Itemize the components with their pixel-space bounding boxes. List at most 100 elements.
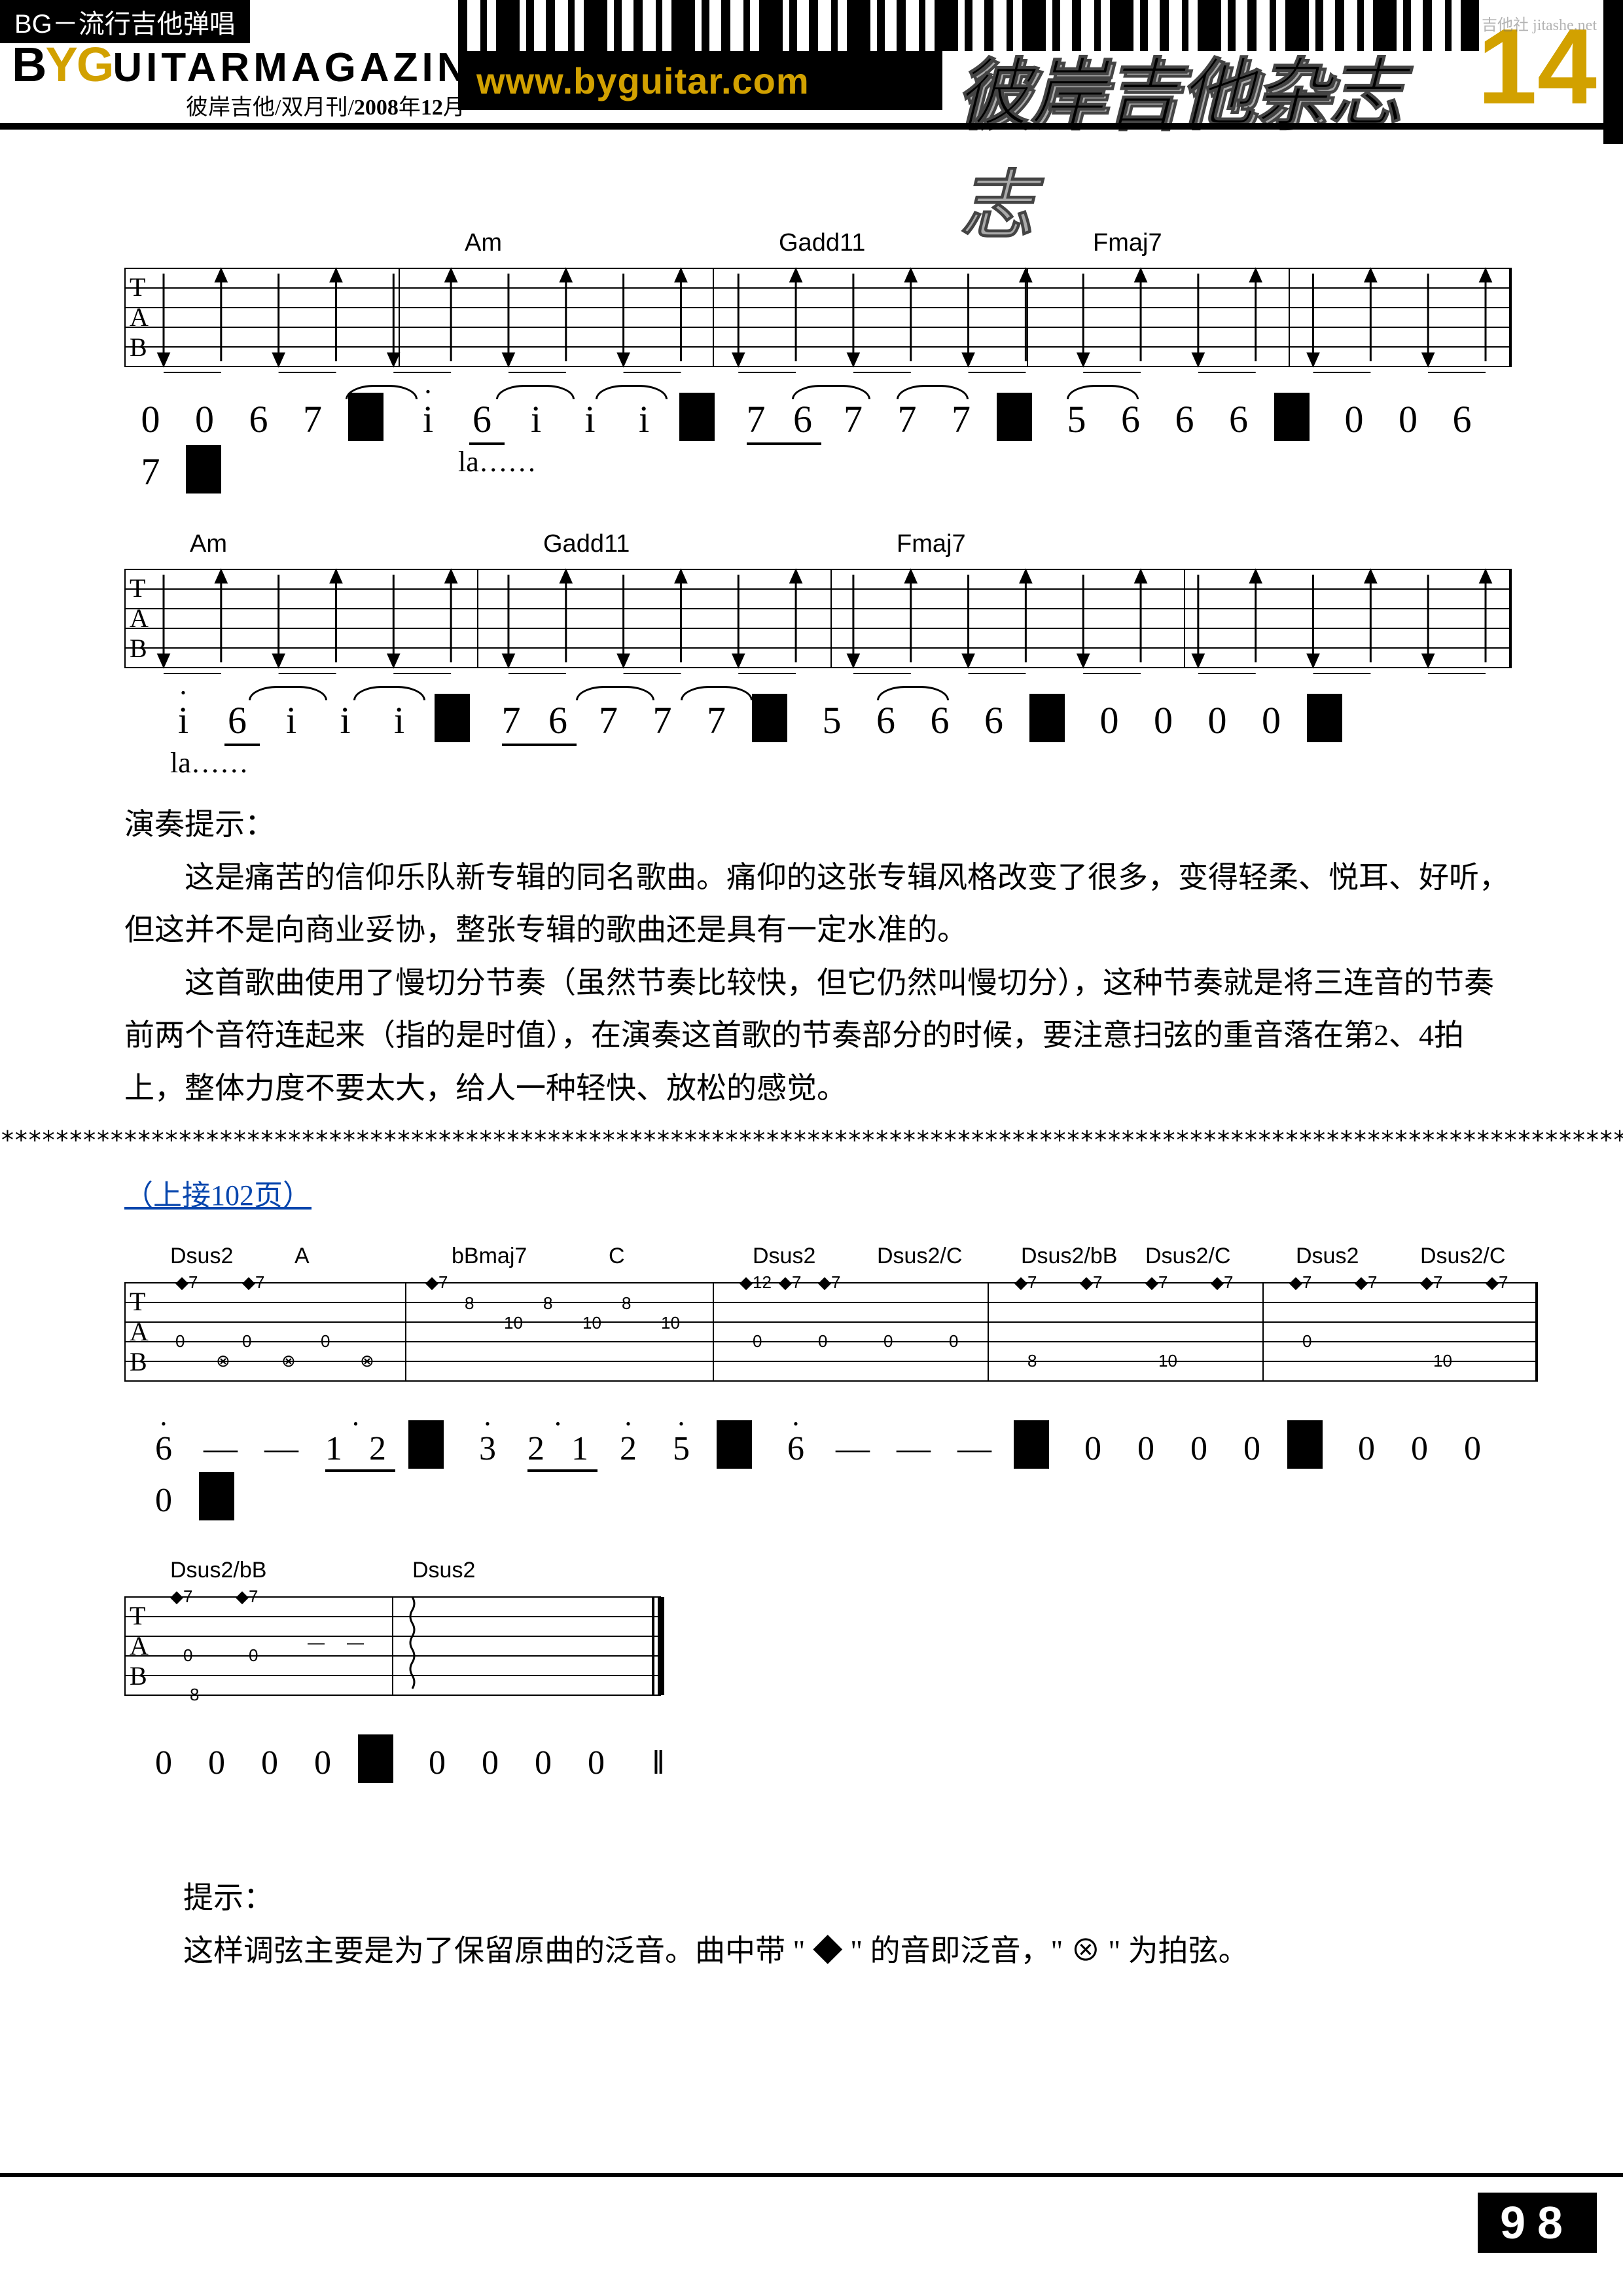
svg-text:B: B [130,332,147,362]
chord-label: Dsus2 [1296,1244,1359,1269]
chord-label: Fmaj7 [897,530,966,558]
svg-text:10: 10 [1433,1351,1452,1371]
svg-text:◆7: ◆7 [425,1276,448,1292]
svg-text:—: — [347,1632,364,1652]
svg-text:T: T [130,573,145,603]
performance-hint-1: 演奏提示： 这是痛苦的信仰乐队新专辑的同名歌曲。痛仰的这张专辑风格改变了很多，变… [124,798,1518,1115]
chord-label: Gadd11 [779,229,865,257]
svg-text:◆7: ◆7 [236,1590,258,1606]
website-url: www.byguitar.com [458,51,942,110]
svg-text:◆7: ◆7 [1145,1276,1168,1292]
svg-text:◆7: ◆7 [1486,1276,1508,1292]
magazine-title: BYGUITARMAGAZINE [12,37,501,92]
svg-text:⊗: ⊗ [360,1351,374,1371]
issue-month: 12 [421,96,443,120]
svg-text:10: 10 [504,1313,523,1333]
brand-g: G [77,37,113,92]
tab-staff-3: T A B ◆7◆7 0⊗0⊗ 0⊗ ◆7810 810810 ◆12◆7◆7 … [124,1276,1538,1401]
svg-text:0: 0 [818,1331,827,1351]
svg-text:◆7: ◆7 [1080,1276,1102,1292]
tab-staff-4: T A B ◆7◆7 00 8 —— [124,1590,674,1715]
svg-text:10: 10 [582,1313,601,1333]
svg-text:◆7: ◆7 [175,1276,198,1292]
chord-label: Dsus2 [412,1558,475,1583]
issue-mid: 年 [399,96,421,120]
tab-staff-1: T A B [124,262,1512,373]
chord-label: Fmaj7 [1093,229,1162,257]
svg-text:0: 0 [949,1331,958,1351]
continuation-note: （上接102页） [124,1172,312,1213]
chord-label: Am [465,229,502,257]
svg-text:◆7: ◆7 [1289,1276,1311,1292]
performance-hint-2: 提示： 这样调弦主要是为了保留原曲的泛音。曲中带 " ◆ " 的音即泛音，" ⊗… [183,1872,1492,1977]
svg-text:◆12: ◆12 [740,1276,772,1292]
svg-text:◆7: ◆7 [1420,1276,1442,1292]
number-notation-2: i 6 i i i 7 6 7 7 7 5 6 6 6 0 0 0 0 [170,694,1518,746]
brand-y: Y [45,37,76,92]
hint-paragraph: 这首歌曲使用了慢切分节奏（虽然节奏比较快，但它仍然叫慢切分），这种节奏就是将三连… [124,957,1518,1115]
hint-title: 演奏提示： [124,798,1518,852]
chord-label: Dsus2 [170,1244,233,1269]
svg-text:◆7: ◆7 [818,1276,840,1292]
chord-label: Am [190,530,227,558]
svg-text:A: A [130,1317,149,1346]
svg-text:◆7: ◆7 [1014,1276,1037,1292]
svg-text:◆7: ◆7 [1211,1276,1233,1292]
lyric-1: la…… [458,445,537,478]
watermark: 吉他社 jitashe.net [1482,12,1597,35]
chord-label: Dsus2/C [877,1244,962,1269]
brand-b: B [12,37,45,92]
section-divider: ****************************************… [0,1126,1623,1155]
svg-text:0: 0 [883,1331,893,1351]
hint-title: 提示： [183,1872,1492,1925]
svg-text:0: 0 [183,1645,192,1665]
svg-text:◆7: ◆7 [170,1590,192,1606]
chord-label: C [609,1244,625,1269]
svg-text:T: T [130,1601,145,1630]
hint-paragraph: 这是痛苦的信仰乐队新专辑的同名歌曲。痛仰的这张专辑风格改变了很多，变得轻柔、悦耳… [124,852,1518,957]
svg-text:8: 8 [465,1293,474,1313]
svg-text:B: B [130,1661,147,1691]
svg-text:T: T [130,1287,145,1316]
svg-text:10: 10 [661,1313,680,1333]
page-number: 98 [1478,2193,1597,2253]
svg-text:8: 8 [1027,1351,1037,1371]
chord-label: A [294,1244,310,1269]
svg-text:0: 0 [175,1331,185,1351]
issue-info: 彼岸吉他/双月刊/2008年12月 [186,89,465,121]
hint-body: 这样调弦主要是为了保留原曲的泛音。曲中带 " ◆ " 的音即泛音，" ⊗ " 为… [183,1925,1492,1978]
svg-text:0: 0 [321,1331,330,1351]
svg-text:0: 0 [242,1331,251,1351]
chord-label: Dsus2/bB [1021,1244,1117,1269]
svg-text:—: — [308,1632,325,1652]
tab-staff-2: T A B [124,563,1512,674]
chord-label: Dsus2/C [1420,1244,1505,1269]
svg-text:8: 8 [190,1685,199,1704]
header-side-stroke [1603,0,1623,144]
svg-text:8: 8 [622,1293,631,1313]
number-notation-1: 0 0 6 7 i 6 i i i 7 6 7 7 7 5 6 6 6 0 0 … [137,393,1525,493]
svg-text:0: 0 [753,1331,762,1351]
svg-text:10: 10 [1158,1351,1177,1371]
brand-rest: UITARMAGAZINE [113,45,501,90]
footer-rule [0,2173,1623,2177]
issue-pre: 彼岸吉他/双月刊/ [186,96,354,120]
chord-label: Dsus2/C [1145,1244,1230,1269]
svg-text:⊗: ⊗ [281,1351,296,1371]
svg-text:0: 0 [1302,1331,1311,1351]
magazine-header: BG－流行吉他弹唱 BYGUITARMAGAZINE 彼岸吉他/双月刊/2008… [0,0,1623,144]
chord-label: Gadd11 [543,530,630,558]
svg-text:A: A [130,302,149,332]
svg-text:B: B [130,634,147,663]
chord-label: Dsus2/bB [170,1558,266,1583]
svg-text:◆7: ◆7 [242,1276,264,1292]
svg-text:B: B [130,1347,147,1376]
header-rule [0,123,1623,130]
chord-label: bBmaj7 [452,1244,527,1269]
svg-text:A: A [130,1631,149,1660]
chord-label: Dsus2 [753,1244,815,1269]
number-notation-3: 6 — — 1 2 3 2 1 2 5 6 — — — 0 0 0 0 0 0 … [151,1420,1538,1520]
svg-text:8: 8 [543,1293,552,1313]
svg-text:◆7: ◆7 [1355,1276,1377,1292]
number-notation-4: 0 0 0 0 0 0 0 0 ‖ [151,1734,681,1783]
